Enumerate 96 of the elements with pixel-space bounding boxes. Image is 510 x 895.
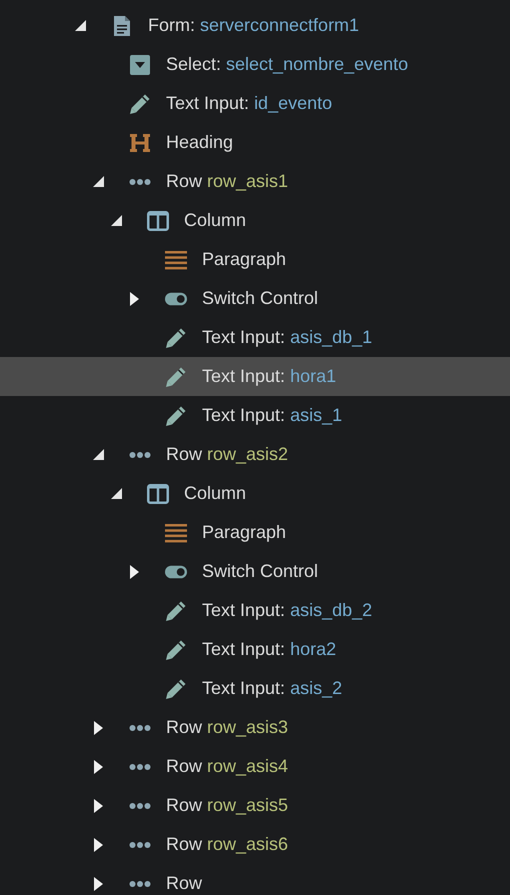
- lines-icon: [165, 522, 187, 542]
- node-label: Column: [184, 209, 246, 232]
- tree-item[interactable]: Form: serverconnectform1: [0, 6, 510, 45]
- pencil-icon: [129, 92, 151, 114]
- node-label: Form:: [148, 14, 195, 37]
- tree-item[interactable]: Row row_asis2: [0, 435, 510, 474]
- dots-icon: [129, 762, 151, 770]
- node-label: Paragraph: [202, 521, 286, 544]
- tree-item[interactable]: Switch Control: [0, 279, 510, 318]
- node-id: serverconnectform1: [200, 14, 360, 37]
- node-label: Paragraph: [202, 248, 286, 271]
- tree-item[interactable]: Row row_asis4: [0, 747, 510, 786]
- expand-arrow-icon[interactable]: [94, 760, 102, 774]
- pencil-icon: [165, 326, 187, 348]
- pencil-icon: [165, 638, 187, 660]
- node-label: Row: [166, 833, 202, 856]
- node-id: row_asis4: [207, 755, 288, 778]
- node-id: row_asis5: [207, 794, 288, 817]
- tree-item[interactable]: Row row_asis3: [0, 708, 510, 747]
- tree-item[interactable]: Select: select_nombre_evento: [0, 45, 510, 84]
- dots-icon: [129, 880, 151, 888]
- collapse-arrow-icon[interactable]: [110, 215, 122, 226]
- dots-icon: [129, 450, 151, 458]
- tree-item[interactable]: Switch Control: [0, 552, 510, 591]
- collapse-arrow-icon[interactable]: [74, 20, 86, 31]
- tree-item[interactable]: Heading: [0, 123, 510, 162]
- tree-item[interactable]: Paragraph: [0, 513, 510, 552]
- expand-arrow-icon[interactable]: [94, 876, 102, 890]
- expand-arrow-icon[interactable]: [130, 564, 138, 578]
- lines-icon: [165, 250, 187, 270]
- heading-icon: [129, 132, 151, 154]
- node-label: Text Input:: [202, 638, 286, 661]
- dots-icon: [129, 840, 151, 848]
- tree-item[interactable]: Row row_asis6: [0, 825, 510, 864]
- dots-icon: [129, 724, 151, 732]
- toggle-icon: [165, 290, 187, 306]
- node-label: Column: [184, 482, 246, 505]
- node-id: asis_db_2: [290, 599, 372, 622]
- node-label: Row: [166, 170, 202, 193]
- tree-item[interactable]: Text Input: asis_1: [0, 396, 510, 435]
- node-id: asis_1: [290, 404, 342, 427]
- collapse-arrow-icon[interactable]: [110, 488, 122, 499]
- node-label: Text Input:: [166, 92, 250, 115]
- node-label: Row: [166, 872, 202, 895]
- expand-arrow-icon[interactable]: [94, 838, 102, 852]
- expand-arrow-icon[interactable]: [94, 798, 102, 812]
- tree-item[interactable]: Text Input: asis_db_2: [0, 591, 510, 630]
- node-id: row_asis6: [207, 833, 288, 856]
- node-label: Switch Control: [202, 287, 318, 310]
- tree-item[interactable]: Row: [0, 864, 510, 895]
- collapse-arrow-icon[interactable]: [92, 176, 104, 187]
- tree-item[interactable]: Text Input: id_evento: [0, 84, 510, 123]
- pencil-icon: [165, 366, 187, 388]
- node-label: Heading: [166, 131, 234, 154]
- tree-item[interactable]: Row row_asis1: [0, 162, 510, 201]
- node-label: Text Input:: [202, 599, 286, 622]
- node-label: Text Input:: [202, 365, 286, 388]
- expand-arrow-icon[interactable]: [130, 292, 138, 306]
- node-label: Text Input:: [202, 404, 286, 427]
- columns-icon: [147, 210, 169, 230]
- tree-item[interactable]: Text Input: hora1: [0, 357, 510, 396]
- node-id: select_nombre_evento: [226, 53, 408, 76]
- tree-item[interactable]: Row row_asis5: [0, 786, 510, 825]
- node-label: Text Input:: [202, 677, 286, 700]
- node-label: Switch Control: [202, 560, 318, 583]
- node-id: asis_2: [290, 677, 342, 700]
- dots-icon: [129, 178, 151, 186]
- node-id: asis_db_1: [290, 326, 372, 349]
- pencil-icon: [165, 404, 187, 426]
- node-label: Row: [166, 716, 202, 739]
- collapse-arrow-icon[interactable]: [92, 449, 104, 460]
- expand-arrow-icon[interactable]: [94, 720, 102, 734]
- tree-item[interactable]: Text Input: asis_2: [0, 669, 510, 708]
- node-id: hora1: [290, 365, 336, 388]
- pencil-icon: [165, 600, 187, 622]
- node-id: row_asis1: [207, 170, 288, 193]
- node-id: row_asis3: [207, 716, 288, 739]
- columns-icon: [147, 484, 169, 504]
- node-id: hora2: [290, 638, 336, 661]
- node-label: Row: [166, 755, 202, 778]
- pencil-icon: [165, 678, 187, 700]
- dropdown-icon: [130, 54, 150, 74]
- tree-item[interactable]: Paragraph: [0, 240, 510, 279]
- node-label: Text Input:: [202, 326, 286, 349]
- document-icon: [113, 14, 131, 36]
- node-id: id_evento: [254, 92, 332, 115]
- node-label: Row: [166, 794, 202, 817]
- tree-item[interactable]: Column: [0, 474, 510, 513]
- toggle-icon: [165, 564, 187, 580]
- dots-icon: [129, 802, 151, 810]
- tree-item[interactable]: Column: [0, 201, 510, 240]
- tree-item[interactable]: Text Input: hora2: [0, 630, 510, 669]
- tree-item[interactable]: Text Input: asis_db_1: [0, 318, 510, 357]
- node-id: row_asis2: [207, 443, 288, 466]
- node-label: Row: [166, 443, 202, 466]
- node-label: Select:: [166, 53, 222, 76]
